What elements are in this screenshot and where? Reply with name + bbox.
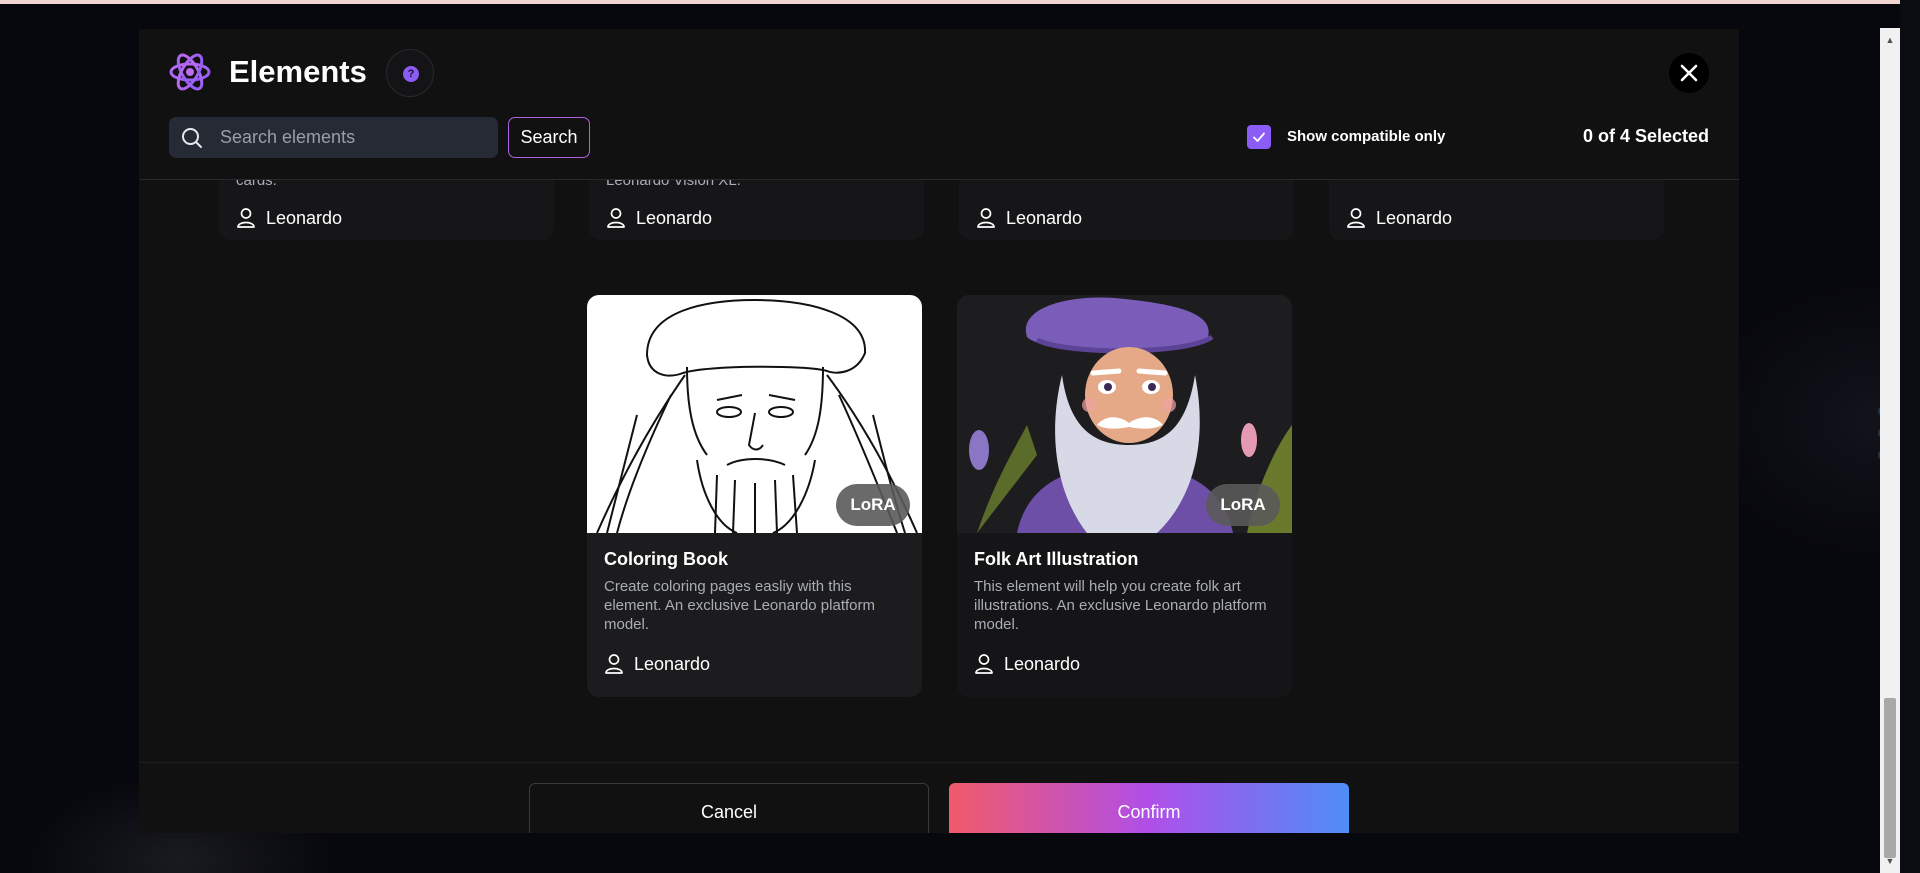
confirm-button[interactable]: Confirm (949, 783, 1349, 833)
search-box (169, 117, 498, 158)
user-icon (607, 208, 625, 228)
user-icon (977, 208, 995, 228)
search-input[interactable] (220, 117, 490, 158)
element-card-folk-art[interactable]: LoRA Folk Art Illustration This element … (957, 295, 1292, 697)
card-description: Leonardo Vision XL. (606, 180, 741, 189)
compatible-only-label[interactable]: Show compatible only (1287, 128, 1445, 145)
element-card[interactable]: Leonardo Vision XL. Leonardo (589, 180, 924, 240)
user-icon (1347, 208, 1365, 228)
elements-grid: cards. Leonardo Leonardo Vision XL. Leon… (139, 180, 1739, 762)
lora-badge: LoRA (1206, 484, 1280, 526)
card-author: Leonardo (1346, 206, 1452, 230)
user-icon (975, 654, 993, 674)
page-scrollbar[interactable]: ▲ ▼ (1880, 28, 1900, 873)
element-card[interactable]: cards. Leonardo (219, 180, 554, 240)
scroll-up-arrow-icon[interactable]: ▲ (1880, 32, 1900, 48)
card-title: Folk Art Illustration (974, 549, 1139, 569)
card-author-name: Leonardo (1004, 653, 1081, 674)
help-icon: ? (403, 66, 419, 82)
card-author: Leonardo (976, 206, 1082, 230)
help-button[interactable]: ? (386, 49, 434, 97)
close-button[interactable] (1669, 53, 1709, 93)
card-author-name: Leonardo (634, 653, 711, 674)
card-description: Create coloring pages easliy with this e… (604, 578, 875, 633)
user-icon (605, 654, 623, 674)
card-author: Leonardo (974, 652, 1080, 676)
element-card[interactable]: Leonardo (959, 180, 1294, 240)
modal-footer: Cancel Confirm (139, 762, 1739, 833)
card-title: Coloring Book (604, 549, 728, 569)
scrollbar-thumb[interactable] (1884, 698, 1896, 858)
close-icon (1680, 64, 1698, 82)
selected-count: 0 of 4 Selected (1582, 126, 1709, 146)
element-card[interactable]: Leonardo (1329, 180, 1664, 240)
lora-badge: LoRA (836, 484, 910, 526)
window-edge (1900, 0, 1920, 873)
card-author-name: Leonardo (636, 207, 713, 228)
search-icon (182, 128, 202, 148)
elements-modal: Elements ? Search Show compatible only 0… (139, 29, 1739, 833)
cancel-button[interactable]: Cancel (529, 783, 929, 833)
search-button[interactable]: Search (508, 117, 590, 158)
modal-title: Elements (229, 54, 367, 89)
checkmark-icon (1253, 132, 1265, 142)
card-author-name: Leonardo (1006, 207, 1083, 228)
card-author: Leonardo (606, 206, 712, 230)
card-description: This element will help you create folk a… (974, 578, 1267, 633)
card-author-name: Leonardo (1376, 207, 1453, 228)
user-icon (237, 208, 255, 228)
compatible-only-checkbox[interactable] (1247, 125, 1271, 149)
scroll-down-arrow-icon[interactable]: ▼ (1880, 853, 1900, 869)
card-author: Leonardo (604, 652, 710, 676)
modal-header: Elements ? Search Show compatible only 0… (139, 29, 1739, 180)
element-card-coloring-book[interactable]: LoRA Coloring Book Create coloring pages… (587, 295, 922, 697)
atom-icon (169, 53, 211, 91)
top-strip (0, 0, 1920, 4)
card-author: Leonardo (236, 206, 342, 230)
card-description: cards. (236, 180, 277, 189)
card-author-name: Leonardo (266, 207, 343, 228)
